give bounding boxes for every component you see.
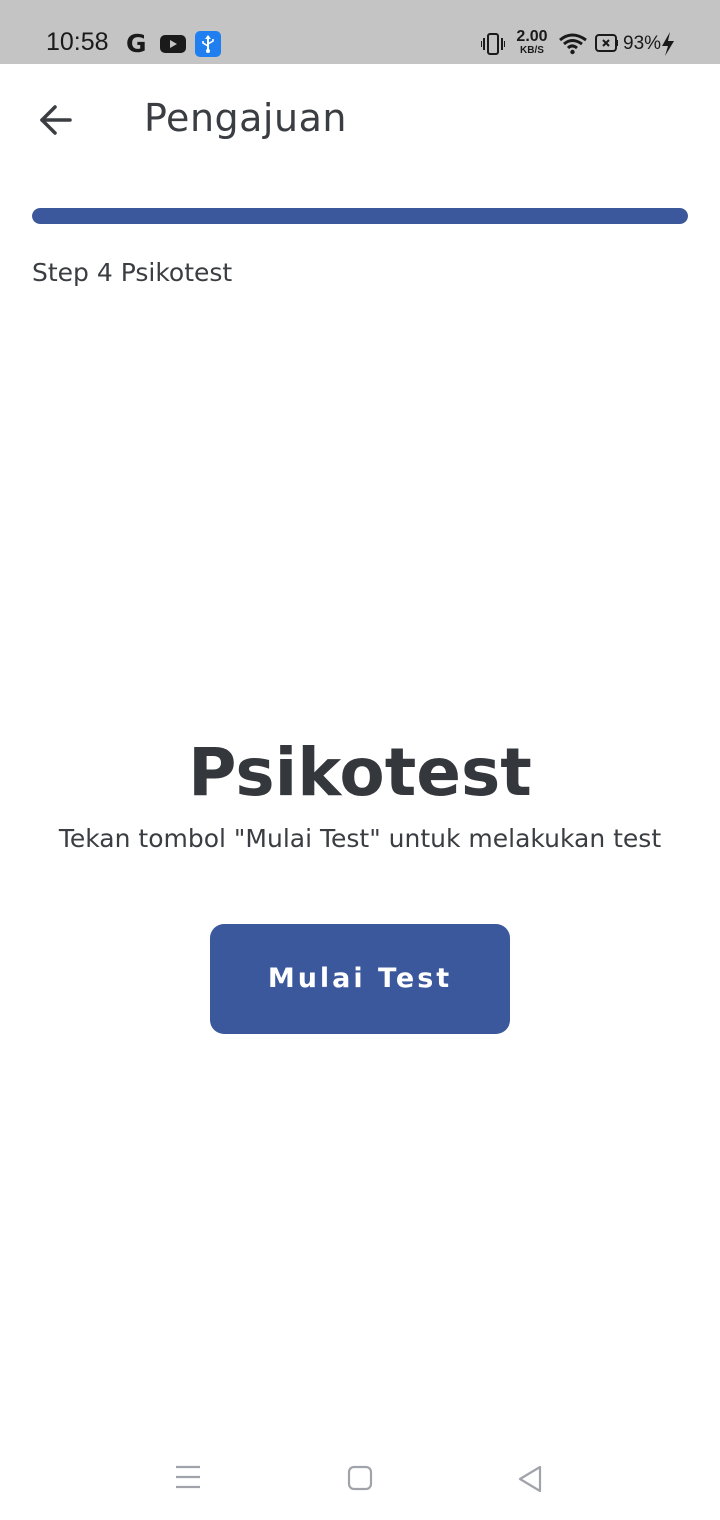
back-triangle-icon xyxy=(518,1465,542,1493)
battery-icon xyxy=(595,34,618,52)
heading: Psikotest xyxy=(188,734,532,811)
net-speed: 2.00 KB/S xyxy=(513,29,551,56)
status-bar: 10:58 G 2.00 KB/S 93% xyxy=(0,0,720,64)
battery-percent: 93% xyxy=(623,33,662,54)
instruction-text: Tekan tombol "Mulai Test" untuk melakuka… xyxy=(58,824,662,853)
nav-home-button[interactable] xyxy=(330,1454,390,1500)
app-bar: Pengajuan xyxy=(0,64,720,176)
net-speed-value: 2.00 xyxy=(516,28,548,45)
progress-fill xyxy=(32,208,688,224)
status-time: 10:58 xyxy=(46,28,109,56)
google-icon: G xyxy=(126,29,147,58)
step-label: Step 4 Psikotest xyxy=(32,258,233,287)
screen: 10:58 G 2.00 KB/S 93% Pengajuan Step 4 P… xyxy=(0,0,720,1520)
home-icon xyxy=(347,1465,373,1491)
arrow-left-icon xyxy=(40,105,72,135)
menu-icon xyxy=(176,1465,200,1489)
net-speed-unit: KB/S xyxy=(520,45,544,56)
navigation-bar xyxy=(0,1440,720,1520)
nav-back-button[interactable] xyxy=(500,1454,560,1500)
charging-icon xyxy=(662,32,674,56)
nav-menu-button[interactable] xyxy=(158,1454,218,1500)
usb-icon xyxy=(195,31,221,57)
start-test-button[interactable]: Mulai Test xyxy=(210,924,510,1034)
vibrate-icon xyxy=(481,33,505,55)
page-title: Pengajuan xyxy=(144,96,347,140)
wifi-icon xyxy=(559,33,587,55)
progress-bar xyxy=(32,208,688,224)
back-button[interactable] xyxy=(26,90,86,150)
youtube-icon xyxy=(160,35,186,53)
